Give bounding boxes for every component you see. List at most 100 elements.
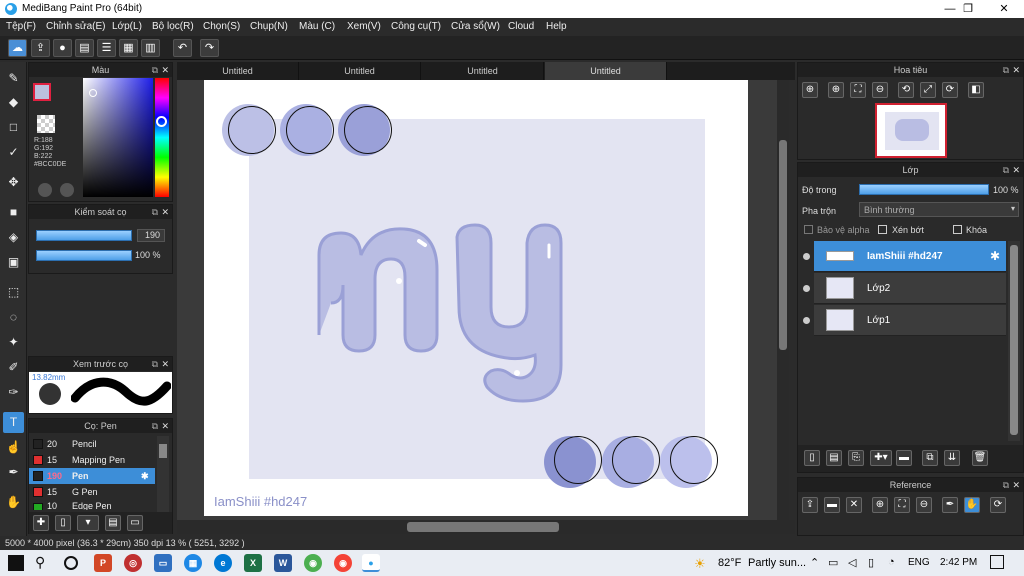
flip-icon[interactable]: ◧	[968, 82, 984, 98]
zoom-in-ref-icon[interactable]: ⊕	[872, 497, 888, 513]
text-tool-icon[interactable]: T	[3, 412, 24, 433]
palette-icon[interactable]	[38, 183, 52, 197]
task-view-icon[interactable]	[64, 556, 78, 570]
windows-start-icon[interactable]	[8, 555, 24, 571]
chevron-up-icon[interactable]: ⌃	[810, 556, 819, 569]
close-button[interactable]: ✕	[986, 0, 1022, 18]
protect-alpha-checkbox[interactable]	[804, 225, 813, 234]
select-eraser-tool-icon[interactable]: ✑	[3, 382, 24, 403]
close-icon[interactable]: ✕	[161, 63, 169, 77]
battery-icon[interactable]: ▯	[868, 556, 874, 569]
tab-untitled-2[interactable]: Untitled	[299, 62, 421, 80]
close-icon[interactable]: ✕	[161, 419, 169, 433]
layer-opacity-slider[interactable]	[859, 184, 989, 195]
brush-item[interactable]: 15 G Pen	[29, 484, 155, 500]
rotate-ref-icon[interactable]: ⟳	[990, 497, 1006, 513]
weather-text[interactable]: Partly sun...	[748, 557, 806, 569]
language-indicator[interactable]: ENG	[908, 557, 930, 568]
upload-icon[interactable]: ⇪	[31, 39, 50, 57]
new-layer-alt-icon[interactable]: ▤	[826, 450, 842, 466]
upload-ref-icon[interactable]: ⇪	[802, 497, 818, 513]
brush-item-selected[interactable]: 190 Pen ✱	[29, 468, 155, 484]
notifications-icon[interactable]	[990, 555, 1004, 569]
brush-menu-icon[interactable]: ▾	[77, 515, 99, 531]
primary-color-swatch[interactable]	[33, 83, 51, 101]
transparent-swatch[interactable]	[37, 115, 55, 133]
operation-tool-icon[interactable]: ☝	[3, 437, 24, 458]
tab-untitled-3[interactable]: Untitled	[422, 62, 544, 80]
brush-opacity-slider[interactable]	[36, 250, 132, 261]
wifi-icon[interactable]: ◔	[888, 556, 895, 568]
brush-size-value[interactable]: 190	[137, 229, 165, 242]
select-pen-tool-icon[interactable]: ✐	[3, 357, 24, 378]
zoom-out-ref-icon[interactable]: ⊖	[916, 497, 932, 513]
blend-mode-select[interactable]: Bình thường ▾	[859, 202, 1019, 217]
new-layer-icon[interactable]: ▯	[804, 450, 820, 466]
comment-icon[interactable]: ▤	[75, 39, 94, 57]
sv-cursor[interactable]	[89, 89, 97, 97]
bucket-tool-icon[interactable]: ◈	[3, 227, 24, 248]
add-layer-menu-icon[interactable]: ✚▾	[870, 450, 892, 466]
lasso-tool-icon[interactable]: ◌	[3, 307, 24, 328]
network-icon[interactable]: ▭	[828, 556, 838, 569]
fit-icon[interactable]: ⛶	[850, 82, 866, 98]
monitor-icon[interactable]: ▭	[154, 554, 172, 572]
gear-icon[interactable]: ✱	[990, 241, 1000, 272]
edge-icon[interactable]: e	[214, 554, 232, 572]
brush-item[interactable]: 10 Edge Pen	[29, 500, 155, 510]
redo-icon[interactable]: ↷	[200, 39, 219, 57]
powerpoint-icon[interactable]: P	[94, 554, 112, 572]
horizontal-scroll-thumb[interactable]	[407, 522, 559, 532]
rect-tool-icon[interactable]: □	[3, 117, 24, 138]
list-icon[interactable]: ☰	[97, 39, 116, 57]
menu-layer[interactable]: Lớp(L)	[112, 21, 142, 32]
tab-untitled-1[interactable]: Untitled	[177, 62, 299, 80]
fit-ref-icon[interactable]: ⛶	[894, 497, 910, 513]
hand-ref-icon[interactable]: ✋	[964, 497, 980, 513]
brush-item[interactable]: 15 Mapping Pen	[29, 452, 155, 468]
select-tool-icon[interactable]: ⬚	[3, 282, 24, 303]
hue-cursor[interactable]	[156, 116, 167, 127]
zoom-out-icon[interactable]: ⊖	[872, 82, 888, 98]
menu-snap[interactable]: Chụp(N)	[250, 21, 288, 32]
menu-color[interactable]: Màu (C)	[299, 21, 335, 32]
close-icon[interactable]: ✕	[161, 205, 169, 219]
menu-cloud[interactable]: Cloud	[508, 21, 534, 32]
horizontal-scrollbar[interactable]	[177, 520, 795, 534]
move-tool-icon[interactable]: ✥	[3, 172, 24, 193]
merge-layer-icon[interactable]: ⇊	[944, 450, 960, 466]
chrome-profile-icon[interactable]: ◉	[334, 554, 352, 572]
folder-ref-icon[interactable]: ▬	[824, 497, 840, 513]
gear-icon[interactable]: ✱	[141, 468, 149, 484]
eyedropper-ref-icon[interactable]: ✒	[942, 497, 958, 513]
weather-temp[interactable]: 82°F	[718, 557, 741, 569]
dot-tool-icon[interactable]: ✓	[3, 142, 24, 163]
magic-wand-tool-icon[interactable]: ✦	[3, 332, 24, 353]
rotate-left-icon[interactable]: ⟲	[898, 82, 914, 98]
search-icon[interactable]: ⚲	[35, 554, 45, 571]
medibang-icon[interactable]: ●	[362, 554, 380, 572]
close-icon[interactable]: ✕	[1012, 163, 1020, 177]
chrome-icon[interactable]: ◉	[304, 554, 322, 572]
layer-visibility-toggle[interactable]	[799, 305, 813, 336]
add-brush-icon[interactable]: ✚	[33, 515, 49, 531]
clock[interactable]: 2:42 PM	[940, 557, 977, 568]
menu-help[interactable]: Help	[546, 21, 567, 32]
palette-add-icon[interactable]	[60, 183, 74, 197]
menu-window[interactable]: Cửa sổ(W)	[451, 21, 500, 32]
cloud-icon[interactable]: ☁	[8, 39, 27, 57]
close-icon[interactable]: ✕	[161, 357, 169, 371]
menu-edit[interactable]: Chỉnh sửa(E)	[46, 21, 106, 32]
brush-list-scrollbar[interactable]	[157, 436, 169, 512]
brush-tool-icon[interactable]: ✎	[3, 68, 24, 89]
folder-icon[interactable]: ▬	[896, 450, 912, 466]
fill-rect-tool-icon[interactable]: ■	[3, 202, 24, 223]
excel-icon[interactable]: X	[244, 554, 262, 572]
menu-tools[interactable]: Công cụ(T)	[391, 21, 441, 32]
brush-folder-icon[interactable]: ▭	[127, 515, 143, 531]
clipping-checkbox[interactable]	[878, 225, 887, 234]
tab-untitled-4[interactable]: Untitled	[545, 62, 667, 80]
menu-file[interactable]: Tệp(F)	[6, 21, 36, 32]
store-icon[interactable]: ▦	[184, 554, 202, 572]
layer-visibility-toggle[interactable]	[799, 241, 813, 272]
